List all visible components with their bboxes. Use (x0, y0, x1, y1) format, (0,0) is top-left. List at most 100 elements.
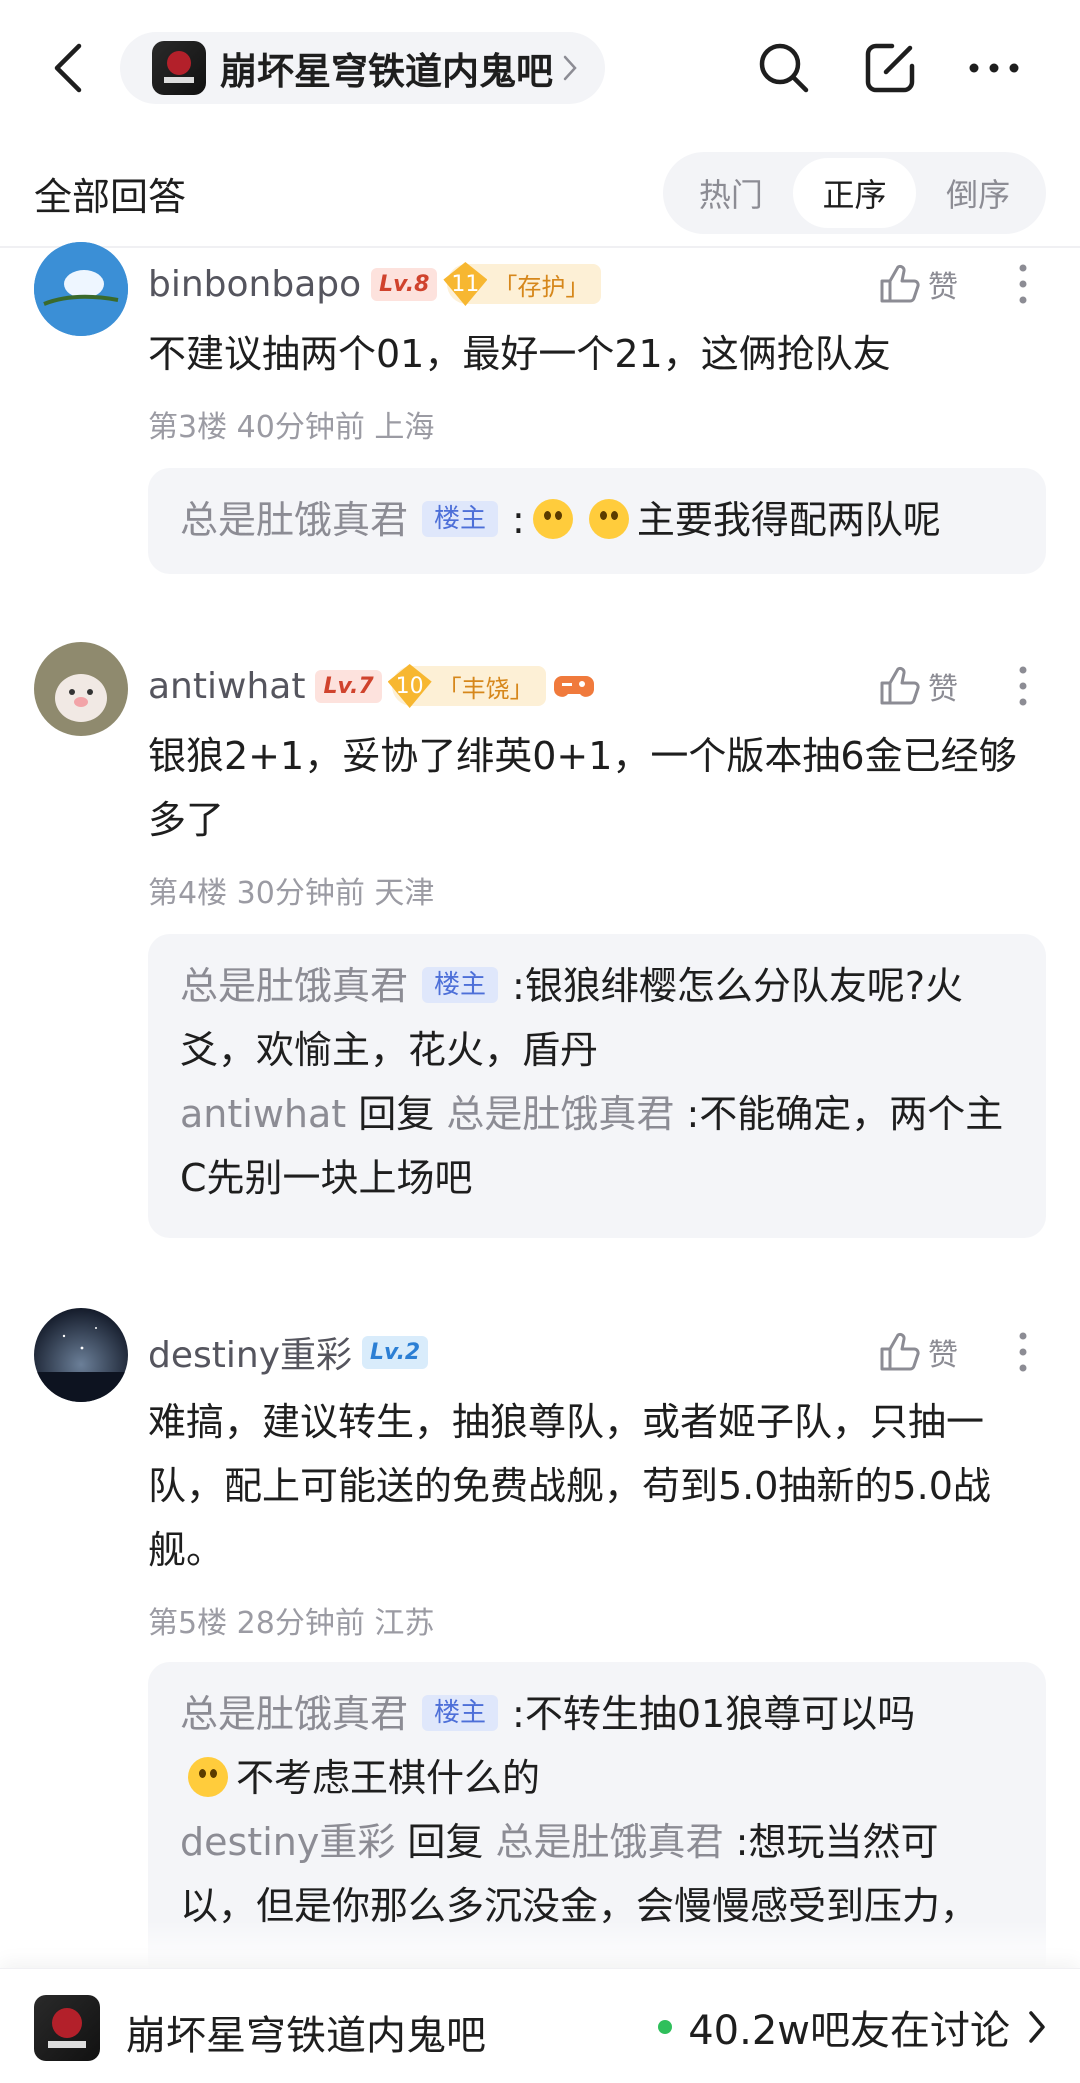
compose-button[interactable] (858, 36, 922, 100)
chevron-right-icon (1029, 2011, 1045, 2043)
top-bar: 崩坏星穹铁道内鬼吧 (0, 0, 1080, 140)
reply-author[interactable]: 总是肚饿真君 (180, 964, 408, 1008)
title-badge: 11 「存护」 (443, 262, 602, 306)
user-meta: binbonbapo Lv.8 11 「存护」 (148, 256, 609, 312)
forum-logo (152, 41, 206, 95)
reply-item: 总是肚饿真君 楼主: 主要我得配两队呢 (180, 498, 941, 542)
floor-info: 第5楼 28分钟前 江苏 (148, 1598, 434, 1642)
post-time: 28分钟前 (236, 1606, 365, 1641)
avatar[interactable] (34, 242, 128, 336)
badge-text: 「丰饶」 (437, 674, 534, 703)
scroll-fade (0, 1920, 1080, 1970)
floor-info: 第4楼 30分钟前 天津 (148, 868, 434, 912)
floor-number: 第4楼 (148, 876, 228, 911)
post-content: 难搞，建议转生，抽狼尊队，或者姬子队，只抽一队，配上可能送的免费战舰，苟到5.0… (148, 1400, 991, 1572)
more-vertical-icon (1019, 666, 1027, 706)
floor-number: 第5楼 (148, 1606, 228, 1641)
reply-text: 不转生抽01狼尊可以吗 (524, 1692, 916, 1736)
host-badge: 楼主 (422, 1695, 499, 1731)
back-button[interactable] (40, 36, 96, 100)
post-time: 30分钟前 (236, 876, 365, 911)
search-button[interactable] (752, 36, 816, 100)
emoji-icon (532, 499, 573, 539)
level-badge: Lv.8 (371, 267, 438, 301)
chevron-right-icon (563, 55, 577, 81)
post-location: 江苏 (374, 1606, 435, 1641)
forum-name: 崩坏星穹铁道内鬼吧 (126, 2013, 486, 2059)
search-icon (759, 43, 809, 93)
like-button[interactable]: 赞 (878, 1324, 958, 1380)
level-badge: Lv.2 (362, 1335, 429, 1369)
thumbs-up-icon (880, 1332, 920, 1371)
avatar[interactable] (34, 642, 128, 736)
online-dot (658, 2020, 673, 2034)
more-horizontal-icon (969, 63, 1019, 73)
username[interactable]: binbonbapo (148, 264, 361, 305)
more-vertical-icon (1019, 264, 1027, 304)
back-arrow-icon (54, 43, 82, 93)
like-label: 赞 (928, 672, 958, 707)
reply-item: antiwhat 回复 总是肚饿真君 :不能确定，两个主C先别一块上场吧 (180, 1082, 1014, 1210)
emoji-icon (188, 1757, 228, 1797)
post-menu-button[interactable] (1008, 658, 1038, 714)
sort-tab-hot[interactable]: 热门 (669, 158, 793, 228)
reply-item: destiny重彩 回复 总是肚饿真君 :想玩当然可以，但是你那么多沉没金，会慢… (180, 1810, 1014, 1938)
forum-pill[interactable]: 崩坏星穹铁道内鬼吧 (120, 32, 605, 104)
sort-tab-ascending[interactable]: 正序 (792, 158, 917, 228)
host-badge: 楼主 (422, 967, 499, 1003)
reply-box[interactable]: 总是肚饿真君 楼主:银狼绯樱怎么分队友呢?火爻，欢愉主，花火，盾丹 antiwha… (148, 934, 1046, 1238)
username[interactable]: destiny重彩 (148, 1326, 352, 1378)
thumbs-up-icon (880, 666, 920, 705)
floor-info: 第3楼 40分钟前 上海 (148, 402, 434, 446)
thumbs-up-icon (880, 264, 920, 303)
forum-logo (34, 1995, 100, 2061)
floor-number: 第3楼 (148, 410, 228, 445)
reply-target[interactable]: 总是肚饿真君 (496, 1820, 724, 1864)
reply-word: 回复 (358, 1092, 435, 1136)
like-button[interactable]: 赞 (878, 658, 958, 714)
more-vertical-icon (1019, 1332, 1027, 1372)
post-menu-button[interactable] (1008, 256, 1038, 312)
level-badge: Lv.7 (315, 669, 382, 703)
user-meta: antiwhat Lv.7 10 「丰饶」 (148, 658, 594, 714)
post-content: 不建议抽两个01，最好一个21，这俩抢队友 (148, 332, 891, 376)
reply-target[interactable]: 总是肚饿真君 (446, 1092, 674, 1136)
discussion-link[interactable]: 40.2w吧友在讨论 (658, 1999, 1046, 2055)
emoji-icon (588, 499, 629, 539)
like-label: 赞 (928, 270, 958, 305)
post-location: 天津 (374, 876, 435, 911)
reply-author[interactable]: antiwhat (180, 1092, 346, 1136)
bottom-forum-bar[interactable]: 崩坏星穹铁道内鬼吧 40.2w吧友在讨论 (0, 1968, 1080, 2083)
reply-author[interactable]: 总是肚饿真君 (180, 1692, 408, 1736)
sort-toggle: 热门 正序 倒序 (663, 152, 1046, 234)
reply-word: 回复 (407, 1820, 484, 1864)
user-meta: destiny重彩 Lv.2 (148, 1324, 438, 1380)
sort-tab-descending[interactable]: 倒序 (916, 158, 1040, 228)
badge-text: 「存护」 (493, 272, 590, 301)
reply-item: 总是肚饿真君 楼主:银狼绯樱怎么分队友呢?火爻，欢愉主，花火，盾丹 (180, 964, 964, 1072)
gamepad-icon (553, 676, 594, 697)
badge-number: 11 (443, 262, 488, 306)
post-menu-button[interactable] (1008, 1324, 1038, 1380)
post-content: 银狼2+1，妥协了绯英0+1，一个版本抽6金已经够多了 (148, 734, 1017, 842)
reply-author[interactable]: destiny重彩 (180, 1820, 395, 1864)
host-badge: 楼主 (422, 501, 499, 537)
reply-box[interactable]: 总是肚饿真君 楼主: 主要我得配两队呢 (148, 468, 1046, 574)
badge-number: 10 (387, 664, 432, 708)
section-title: 全部回答 (34, 175, 187, 219)
like-button[interactable]: 赞 (878, 256, 958, 312)
forum-name: 崩坏星穹铁道内鬼吧 (220, 50, 553, 93)
reply-text-continued: 不考虑王棋什么的 (236, 1756, 541, 1800)
reply-item: 总是肚饿真君 楼主:不转生抽01狼尊可以吗 不考虑王棋什么的 (180, 1692, 916, 1800)
title-badge: 10 「丰饶」 (387, 664, 546, 708)
post-location: 上海 (374, 410, 435, 445)
discussion-count: 40.2w吧友在讨论 (688, 2008, 1010, 2054)
username[interactable]: antiwhat (148, 666, 305, 707)
avatar[interactable] (34, 1308, 128, 1402)
reply-text: 主要我得配两队呢 (636, 498, 941, 542)
edit-icon (865, 43, 915, 93)
answers-header: 全部回答 热门 正序 倒序 (0, 140, 1080, 248)
more-button[interactable] (962, 36, 1026, 100)
like-label: 赞 (928, 1338, 958, 1373)
reply-author[interactable]: 总是肚饿真君 (180, 498, 408, 542)
